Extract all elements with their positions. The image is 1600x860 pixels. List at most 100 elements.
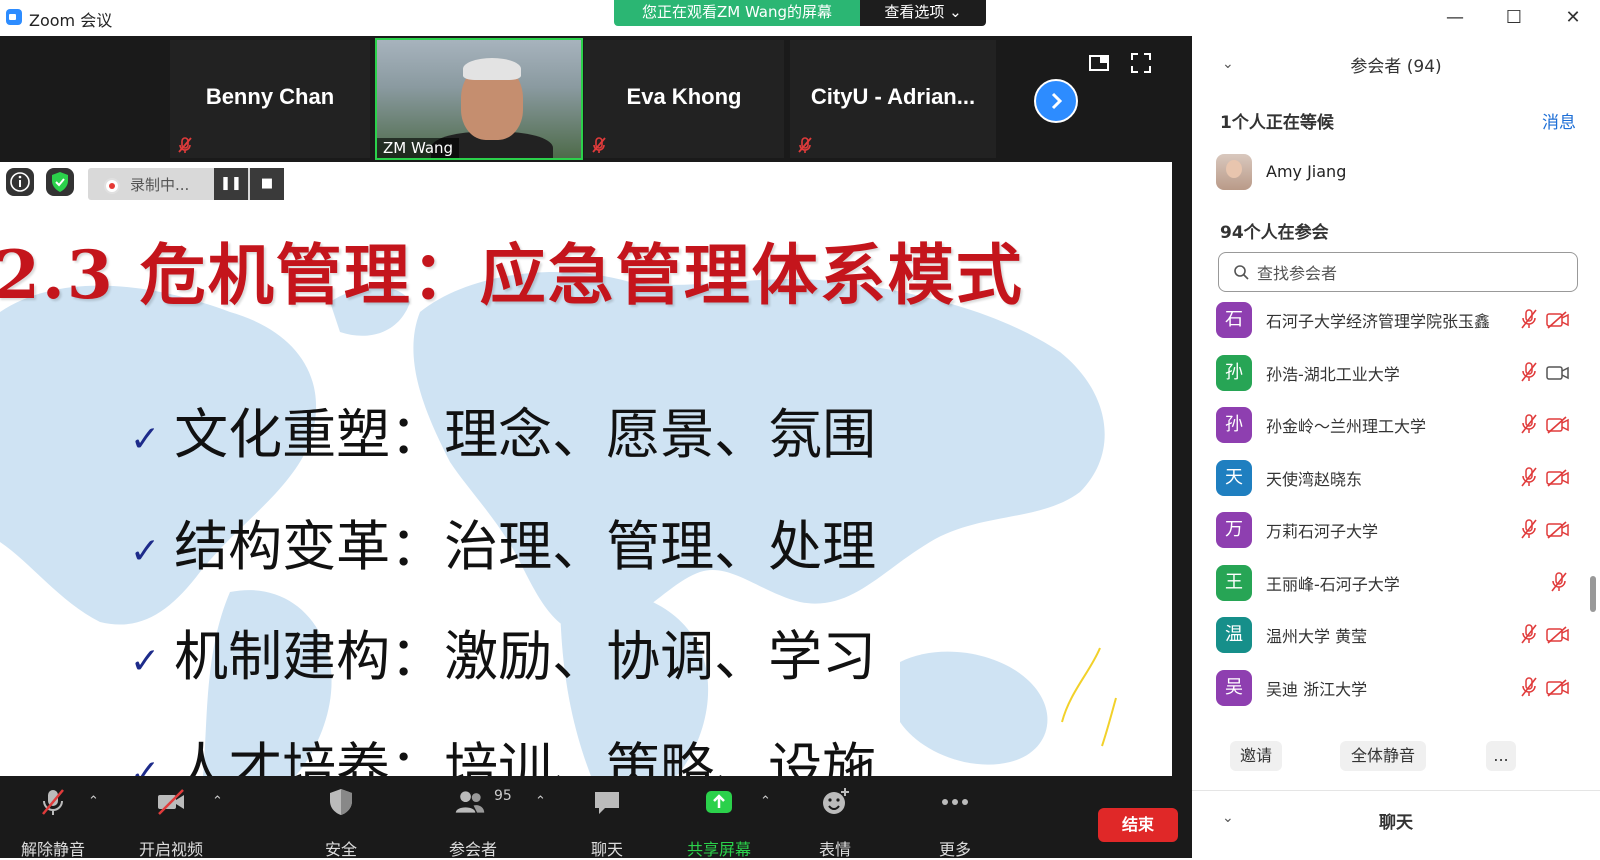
panel-more-button[interactable]: ...: [1486, 741, 1516, 771]
mic-muted-icon: [178, 137, 192, 153]
mic-muted-icon: [1518, 623, 1540, 649]
video-tile[interactable]: Benny Chan: [170, 40, 370, 158]
speaker-hair: [463, 58, 521, 80]
checkmark-icon: ✓: [130, 418, 161, 460]
meeting-toolbar: 解除静音 ⌃ 开启视频 ⌃ 安全 95 参会者 ⌃ 聊天 共享屏幕 ⌃ 表情 更…: [0, 776, 1192, 860]
participant-row[interactable]: 吴吴迪 浙江大学: [1216, 668, 1586, 708]
in-meeting-count: 94个人在参会: [1220, 223, 1329, 243]
more-button[interactable]: 更多: [910, 780, 1000, 860]
video-icon: [1546, 363, 1570, 387]
chevron-right-icon: [1051, 92, 1063, 110]
shield-check-icon: [52, 172, 68, 192]
security-button[interactable]: 安全: [296, 780, 386, 860]
share-options-caret[interactable]: ⌃: [760, 794, 771, 809]
waiting-user-row[interactable]: Amy Jiang: [1216, 154, 1576, 194]
emoji-icon: [823, 788, 849, 814]
reactions-label: 表情: [818, 840, 851, 859]
video-off-icon: [1546, 468, 1570, 492]
minimize-button[interactable]: —: [1440, 6, 1470, 30]
slide-bullet: ✓ 结构变革：治理、管理、处理: [130, 502, 876, 581]
video-tile[interactable]: CityU - Adrian...: [790, 40, 996, 158]
participant-row[interactable]: 万万莉石河子大学: [1216, 510, 1586, 550]
fullscreen-icon[interactable]: [1130, 52, 1152, 74]
message-link[interactable]: 消息: [1542, 108, 1576, 133]
checkmark-icon: ✓: [130, 640, 161, 682]
participant-scrollbar[interactable]: [1590, 296, 1596, 756]
audio-options-caret[interactable]: ⌃: [88, 794, 99, 809]
share-screen-button[interactable]: 共享屏幕: [674, 780, 764, 860]
video-options-caret[interactable]: ⌃: [212, 794, 223, 809]
next-page-button[interactable]: [1034, 79, 1078, 123]
bullet-text: 文化重塑：理念、愿景、氛围: [174, 403, 877, 466]
security-status-button[interactable]: [46, 168, 74, 196]
avatar: 王: [1216, 564, 1252, 601]
view-layout-icon[interactable]: [1088, 52, 1110, 74]
divider: [1192, 790, 1600, 791]
participant-name: 孙金岭～兰州理工大学: [1266, 417, 1427, 436]
video-off-icon: [1546, 415, 1570, 439]
record-dot-icon: [104, 178, 120, 194]
participant-row[interactable]: 孙孙浩-湖北工业大学: [1216, 353, 1586, 393]
start-video-label: 开启视频: [138, 840, 203, 859]
participant-row[interactable]: 石石河子大学经济管理学院张玉鑫: [1216, 300, 1586, 340]
chat-section-title: 聊天: [1379, 813, 1413, 833]
info-icon: [10, 172, 30, 192]
mic-muted-icon: [1518, 466, 1540, 492]
participants-label: 参会者: [448, 840, 497, 859]
more-label: 更多: [938, 840, 971, 859]
avatar: [1216, 154, 1252, 190]
view-options-button[interactable]: 查看选项 ⌄: [860, 0, 986, 26]
info-button[interactable]: [6, 168, 34, 196]
recording-bar: 录制中... ❚❚ ■: [0, 166, 290, 202]
participants-icon: [455, 791, 485, 813]
participant-name: 王丽峰-石河子大学: [1266, 574, 1400, 594]
start-video-button[interactable]: 开启视频: [126, 780, 216, 860]
shared-screen: 2.3 危机管理：应急管理体系模式 ✓ 文化重塑：理念、愿景、氛围 ✓ 结构变革：治…: [0, 162, 1172, 798]
participant-row[interactable]: 王王丽峰-石河子大学: [1216, 563, 1586, 603]
annotation-stroke: [1061, 647, 1117, 747]
slide-title: 2.3 危机管理：应急管理体系模式: [0, 236, 1024, 314]
mic-muted-icon: [1518, 518, 1540, 544]
reactions-button[interactable]: 表情: [790, 780, 880, 860]
participant-name: 温州大学 黄莹: [1266, 627, 1368, 646]
participant-name: Benny Chan: [205, 84, 335, 109]
video-tile[interactable]: Eva Khong: [584, 40, 784, 158]
maximize-button[interactable]: ☐: [1499, 6, 1529, 30]
title-bar: Zoom 会议 您正在观看ZM Wang的屏幕 查看选项 ⌄ — ☐ ✕: [0, 0, 1600, 36]
video-off-icon: [1546, 678, 1570, 702]
participant-count-badge: 95: [494, 788, 512, 804]
chat-label: 聊天: [590, 840, 623, 859]
participant-row[interactable]: 天天使湾赵晓东: [1216, 458, 1586, 498]
share-screen-icon: [706, 791, 732, 813]
mic-muted-icon: [798, 137, 812, 153]
participant-name: 吴迪 浙江大学: [1266, 679, 1368, 699]
more-dots-icon: [942, 799, 968, 805]
participants-button[interactable]: 95 参会者: [428, 780, 518, 860]
shield-icon: [330, 789, 352, 815]
invite-button[interactable]: 邀请: [1230, 741, 1282, 771]
participant-name: 万莉石河子大学: [1266, 522, 1379, 541]
recording-label: 录制中...: [130, 176, 190, 194]
slide-bullet: ✓ 文化重塑：理念、愿景、氛围: [130, 390, 876, 469]
unmute-label: 解除静音: [20, 840, 85, 859]
avatar: 石: [1216, 302, 1252, 338]
close-button[interactable]: ✕: [1558, 6, 1588, 30]
scroll-thumb[interactable]: [1590, 576, 1596, 612]
stop-recording-button[interactable]: ■: [250, 168, 284, 200]
active-speaker-tile[interactable]: ZM Wang: [375, 38, 583, 160]
unmute-button[interactable]: 解除静音: [8, 780, 98, 860]
recording-indicator: 录制中... ❚❚ ■: [88, 168, 284, 200]
mute-all-button[interactable]: 全体静音: [1340, 741, 1426, 771]
end-meeting-button[interactable]: 结束: [1098, 808, 1178, 842]
participants-panel: ⌄ 参会者 (94) 1个人正在等候 消息 Amy Jiang 94个人在参会 …: [1192, 36, 1600, 858]
waiting-user-name: Amy Jiang: [1266, 162, 1347, 181]
panel-title: 参会者 (94): [1350, 57, 1442, 77]
participants-options-caret[interactable]: ⌃: [535, 794, 546, 809]
pause-recording-button[interactable]: ❚❚: [214, 168, 248, 200]
mic-muted-icon: [592, 137, 606, 153]
chat-button[interactable]: 聊天: [562, 780, 652, 860]
participant-row[interactable]: 温温州大学 黄莹: [1216, 615, 1586, 655]
search-input[interactable]: [1255, 261, 1559, 285]
participant-row[interactable]: 孙孙金岭～兰州理工大学: [1216, 405, 1586, 445]
search-box[interactable]: [1218, 252, 1578, 292]
